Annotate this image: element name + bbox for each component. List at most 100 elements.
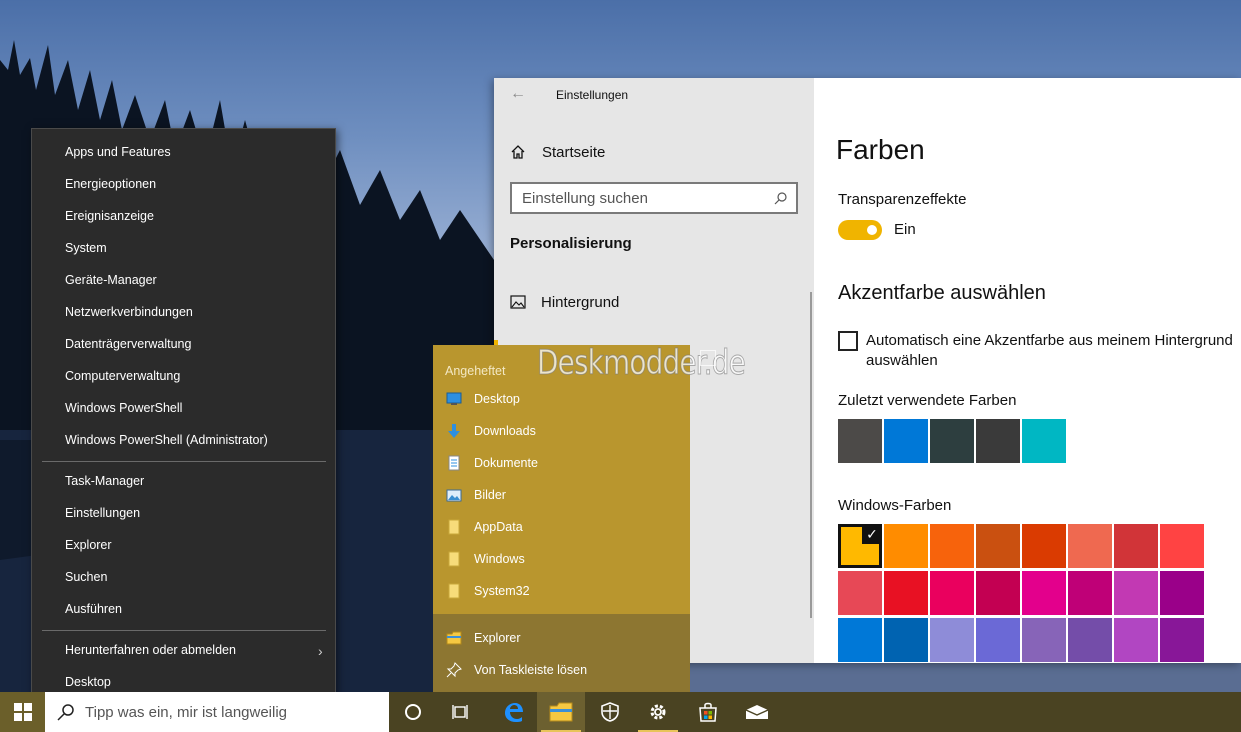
document-icon bbox=[445, 455, 462, 471]
auto-accent-label: Automatisch eine Akzentfarbe aus meinem … bbox=[866, 332, 1233, 369]
jump-list-header: Angeheftet bbox=[445, 364, 506, 378]
edge-icon bbox=[505, 703, 523, 722]
menu-item-event-viewer[interactable]: Ereignisanzeige bbox=[65, 209, 154, 223]
menu-item-desktop[interactable]: Desktop bbox=[65, 675, 111, 689]
menu-item-network-connections[interactable]: Netzwerkverbindungen bbox=[65, 305, 193, 319]
picture-icon bbox=[510, 295, 526, 309]
windows-color-swatch[interactable] bbox=[1022, 524, 1066, 568]
jump-action-unpin[interactable]: Von Taskleiste lösen bbox=[445, 661, 587, 679]
edge-button[interactable] bbox=[489, 692, 537, 732]
menu-item-explorer[interactable]: Explorer bbox=[65, 538, 112, 552]
windows-colors-heading: Windows-Farben bbox=[838, 497, 952, 514]
windows-color-swatch[interactable] bbox=[884, 524, 928, 568]
menu-item-device-manager[interactable]: Geräte-Manager bbox=[65, 273, 157, 287]
picture-icon bbox=[445, 487, 462, 503]
windows-color-swatch[interactable] bbox=[930, 571, 974, 615]
jump-item-system32[interactable]: System32 bbox=[445, 582, 530, 600]
nav-scrollbar[interactable] bbox=[810, 292, 812, 618]
taskbar-search-box[interactable]: Tipp was ein, mir ist langweilig bbox=[45, 692, 389, 732]
recent-color-swatch[interactable] bbox=[976, 419, 1020, 463]
jump-item-windows[interactable]: Windows bbox=[445, 550, 525, 568]
recent-color-swatch[interactable] bbox=[884, 419, 928, 463]
defender-button[interactable] bbox=[586, 692, 634, 732]
windows-color-swatch[interactable] bbox=[884, 571, 928, 615]
windows-color-swatch[interactable] bbox=[976, 524, 1020, 568]
windows-color-swatch[interactable] bbox=[1068, 524, 1112, 568]
explorer-jump-list: Angeheftet Desktop Downloads Dokumente B… bbox=[433, 345, 690, 692]
windows-color-swatch[interactable] bbox=[1114, 524, 1158, 568]
menu-item-apps-features[interactable]: Apps und Features bbox=[65, 145, 171, 159]
windows-color-swatch[interactable] bbox=[838, 571, 882, 615]
menu-item-powershell-admin[interactable]: Windows PowerShell (Administrator) bbox=[65, 433, 268, 447]
menu-item-settings[interactable]: Einstellungen bbox=[65, 506, 140, 520]
jump-item-appdata[interactable]: AppData bbox=[445, 518, 523, 536]
transparency-toggle[interactable] bbox=[838, 220, 882, 240]
windows-color-swatch[interactable] bbox=[1114, 618, 1158, 662]
accent-heading: Akzentfarbe auswählen bbox=[838, 282, 1046, 304]
section-title: Personalisierung bbox=[510, 235, 632, 252]
recent-color-swatch[interactable] bbox=[930, 419, 974, 463]
menu-item-power-options[interactable]: Energieoptionen bbox=[65, 177, 156, 191]
windows-color-swatch[interactable] bbox=[1068, 571, 1112, 615]
nav-item-background[interactable]: Hintergrund bbox=[510, 290, 619, 314]
windows-color-swatch[interactable]: ✓ bbox=[838, 524, 882, 568]
file-explorer-button[interactable] bbox=[537, 692, 585, 732]
settings-search-input[interactable] bbox=[512, 184, 762, 212]
menu-item-powershell[interactable]: Windows PowerShell bbox=[65, 401, 182, 415]
menu-item-run[interactable]: Ausführen bbox=[65, 602, 122, 616]
recent-color-swatch[interactable] bbox=[838, 419, 882, 463]
windows-color-swatch[interactable] bbox=[1114, 571, 1158, 615]
windows-color-swatch[interactable] bbox=[930, 524, 974, 568]
checkmark-icon: ✓ bbox=[862, 524, 882, 544]
windows-color-swatch[interactable] bbox=[838, 618, 882, 662]
windows-color-swatch[interactable] bbox=[930, 618, 974, 662]
mail-button[interactable] bbox=[733, 692, 781, 732]
download-icon bbox=[445, 423, 462, 439]
jump-item-desktop[interactable]: Desktop bbox=[445, 390, 520, 408]
windows-color-swatch[interactable] bbox=[1160, 524, 1204, 568]
settings-titlebar: ← Einstellungen bbox=[494, 78, 814, 112]
task-view-icon bbox=[452, 705, 468, 719]
menu-item-search[interactable]: Suchen bbox=[65, 570, 107, 584]
menu-item-task-manager[interactable]: Task-Manager bbox=[65, 474, 144, 488]
jump-item-label: Dokumente bbox=[474, 456, 538, 470]
unpin-icon bbox=[445, 662, 462, 678]
jump-item-label: Windows bbox=[474, 552, 525, 566]
store-icon bbox=[699, 702, 717, 722]
jump-list-actions: Explorer Von Taskleiste lösen bbox=[433, 614, 690, 692]
jump-item-pictures[interactable]: Bilder bbox=[445, 486, 506, 504]
windows-color-swatch[interactable] bbox=[1068, 618, 1112, 662]
cortana-button[interactable] bbox=[389, 692, 437, 732]
menu-item-shutdown-signout[interactable]: Herunterfahren oder abmelden bbox=[65, 643, 236, 657]
chevron-right-icon: › bbox=[318, 643, 323, 659]
auto-accent-checkbox[interactable] bbox=[838, 331, 858, 351]
windows-color-swatch[interactable] bbox=[976, 618, 1020, 662]
task-view-button[interactable] bbox=[437, 692, 485, 732]
windows-color-swatch[interactable] bbox=[976, 571, 1020, 615]
windows-color-swatch[interactable] bbox=[1160, 571, 1204, 615]
menu-item-disk-management[interactable]: Datenträgerverwaltung bbox=[65, 337, 191, 351]
page-title: Farben bbox=[836, 134, 925, 165]
windows-logo-icon bbox=[13, 703, 32, 721]
recent-color-swatch[interactable] bbox=[1022, 419, 1066, 463]
nav-home[interactable]: Startseite bbox=[510, 140, 605, 164]
windows-color-swatch[interactable] bbox=[884, 618, 928, 662]
menu-item-computer-management[interactable]: Computerverwaltung bbox=[65, 369, 180, 383]
windows-color-swatch[interactable] bbox=[1022, 618, 1066, 662]
jump-action-explorer[interactable]: Explorer bbox=[445, 629, 521, 647]
back-arrow-icon[interactable]: ← bbox=[510, 86, 526, 102]
start-button[interactable] bbox=[0, 692, 45, 732]
menu-item-system[interactable]: System bbox=[65, 241, 107, 255]
jump-item-documents[interactable]: Dokumente bbox=[445, 454, 538, 472]
store-button[interactable] bbox=[684, 692, 732, 732]
jump-item-label: AppData bbox=[474, 520, 523, 534]
jump-item-downloads[interactable]: Downloads bbox=[445, 422, 536, 440]
settings-search-box[interactable] bbox=[510, 182, 798, 214]
nav-home-label: Startseite bbox=[542, 143, 606, 161]
jump-item-label: Bilder bbox=[474, 488, 506, 502]
settings-button[interactable] bbox=[634, 692, 682, 732]
windows-color-swatch[interactable] bbox=[1160, 618, 1204, 662]
home-icon bbox=[511, 145, 525, 159]
winx-context-menu: Apps und Features Energieoptionen Ereign… bbox=[31, 128, 336, 706]
windows-color-swatch[interactable] bbox=[1022, 571, 1066, 615]
